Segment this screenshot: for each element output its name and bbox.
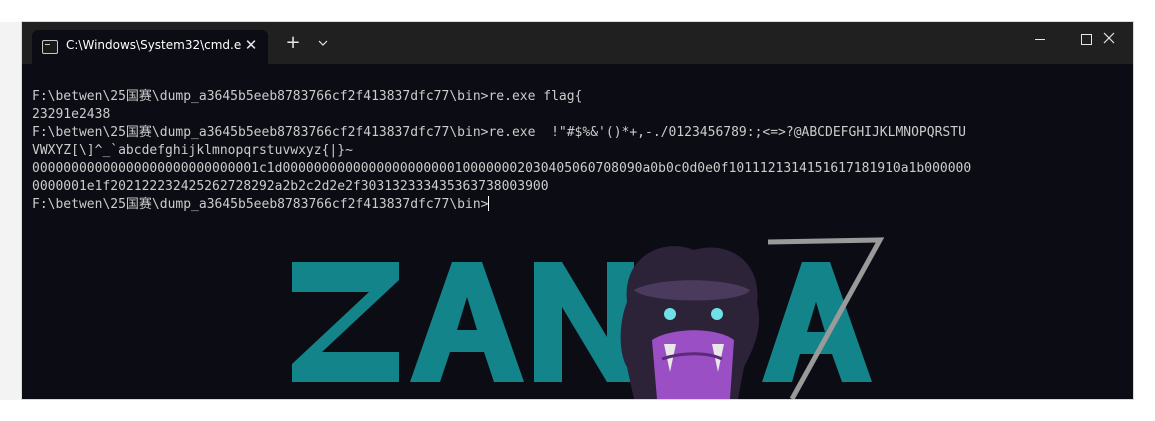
terminal-line: F:\betwen\25国赛\dump_a3645b5eeb8783766cf2…	[32, 89, 583, 104]
terminal-line: 0000001e1f202122232425262728292a2b2c2d2e…	[32, 179, 549, 194]
terminal-line: 00000000000000000000000000001c1d00000000…	[32, 161, 972, 176]
terminal-window[interactable]: C:\Windows\System32\cmd.e ✕ + F:\betwen\…	[22, 22, 1133, 399]
terminal-line: F:\betwen\25国赛\dump_a3645b5eeb8783766cf2…	[32, 125, 966, 140]
terminal-output[interactable]: F:\betwen\25国赛\dump_a3645b5eeb8783766cf2…	[32, 88, 1127, 388]
terminal-line: 23291e2438	[32, 107, 111, 122]
prompt-text: F:\betwen\25国赛\dump_a3645b5eeb8783766cf2…	[32, 197, 489, 212]
terminal-prompt[interactable]: F:\betwen\25国赛\dump_a3645b5eeb8783766cf2…	[32, 196, 1127, 214]
text-cursor	[488, 196, 490, 211]
desktop-edge	[0, 22, 22, 400]
terminal-line: VWXYZ[\]^_`abcdefghijklmnopqrstuvwxyz{|}…	[32, 143, 353, 158]
